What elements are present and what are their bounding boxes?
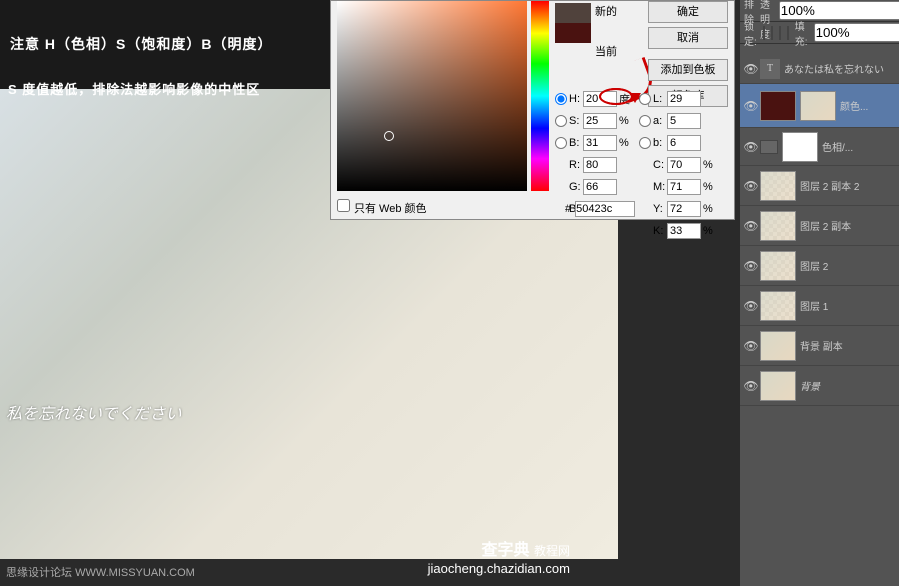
layer-name[interactable]: 色相/...	[822, 139, 897, 154]
input-h[interactable]	[583, 91, 617, 107]
layer-row-colorfill[interactable]: 👁 颜色...	[740, 84, 899, 128]
visibility-icon[interactable]: 👁	[742, 99, 760, 113]
layer-row[interactable]: 👁 图层 2 副本 2	[740, 166, 899, 206]
layer-name[interactable]: 图层 1	[800, 298, 897, 313]
visibility-icon[interactable]: 👁	[742, 140, 760, 154]
input-s[interactable]	[583, 113, 617, 129]
radio-a[interactable]	[639, 115, 651, 127]
input-b[interactable]	[583, 135, 617, 151]
color-new-swatch	[555, 3, 591, 23]
layer-name[interactable]: 背景	[800, 378, 897, 393]
watermark-url: jiaocheng.chazidian.com	[428, 561, 570, 576]
layer-thumb[interactable]	[760, 211, 796, 241]
layer-thumb[interactable]	[760, 251, 796, 281]
input-hex[interactable]	[575, 201, 635, 217]
watermark-forum: 思缘设计论坛 WWW.MISSYUAN.COM	[6, 564, 195, 580]
radio-s[interactable]	[555, 115, 567, 127]
radio-l[interactable]	[639, 93, 651, 105]
visibility-icon[interactable]: 👁	[742, 219, 760, 233]
layer-mask-thumb[interactable]	[782, 132, 818, 162]
add-swatch-button[interactable]: 添加到色板	[648, 59, 728, 81]
layer-name[interactable]: あなたは私を忘れない	[784, 61, 897, 76]
radio-lb[interactable]	[639, 137, 651, 149]
input-a[interactable]	[667, 113, 701, 129]
layer-thumb[interactable]	[760, 371, 796, 401]
visibility-icon[interactable]: 👁	[742, 339, 760, 353]
lock-pos-icon[interactable]	[779, 26, 781, 40]
annotation-hsb: 注意 H（色相）S（饱和度）B（明度）	[10, 34, 272, 54]
layer-thumb[interactable]	[760, 171, 796, 201]
input-c[interactable]	[667, 157, 701, 173]
layer-thumb[interactable]	[760, 291, 796, 321]
layers-panel: 排除 不透明度: 锁定: 填充: 👁 T あなたは私を忘れない 👁 颜色... …	[740, 0, 899, 586]
color-picker-dialog: 新的 当前 确定 取消 添加到色板 颜色库 H:度 S:% B:% R: G: …	[330, 0, 735, 220]
layer-row-text[interactable]: 👁 T あなたは私を忘れない	[740, 54, 899, 84]
cancel-button[interactable]: 取消	[648, 27, 728, 49]
layer-name[interactable]: 颜色...	[840, 98, 897, 113]
fill-input[interactable]	[814, 23, 899, 42]
visibility-icon[interactable]: 👁	[742, 379, 760, 393]
layer-name[interactable]: 图层 2	[800, 258, 897, 273]
lab-cmyk-inputs: L: a: b: C:% M:% Y:% K:%	[639, 89, 717, 243]
hex-group: #	[565, 201, 635, 217]
layer-row-background[interactable]: 👁 背景	[740, 366, 899, 406]
fill-label: 填充:	[795, 18, 808, 48]
annotation-note: S 度值越低，排除法越影响影像的中性区	[8, 79, 260, 98]
input-m[interactable]	[667, 179, 701, 195]
radio-h[interactable]	[555, 93, 567, 105]
label-current: 当前	[595, 43, 617, 59]
lock-label: 锁定:	[744, 18, 757, 48]
watermark-brand: 查字典 教程网	[482, 536, 570, 560]
layer-row[interactable]: 👁 背景 副本	[740, 326, 899, 366]
canvas-overlay-text: 私を忘れないでください	[6, 400, 182, 424]
web-only-input[interactable]	[337, 199, 350, 212]
text-layer-icon: T	[760, 59, 780, 79]
layer-row-huesat[interactable]: 👁 色相/...	[740, 128, 899, 166]
visibility-icon[interactable]: 👁	[742, 259, 760, 273]
ok-button[interactable]: 确定	[648, 1, 728, 23]
input-l[interactable]	[667, 91, 701, 107]
layer-row[interactable]: 👁 图层 2	[740, 246, 899, 286]
layer-row[interactable]: 👁 图层 1	[740, 286, 899, 326]
lock-pixel-icon[interactable]	[771, 26, 773, 40]
layer-thumb[interactable]	[760, 331, 796, 361]
layer-name[interactable]: 图层 2 副本	[800, 218, 897, 233]
web-only-checkbox[interactable]: 只有 Web 颜色	[337, 199, 427, 216]
visibility-icon[interactable]: 👁	[742, 299, 760, 313]
adj-layer-icon[interactable]	[760, 140, 778, 154]
color-field-cursor[interactable]	[384, 131, 394, 141]
input-lb[interactable]	[667, 135, 701, 151]
hue-slider[interactable]	[531, 1, 549, 191]
input-r[interactable]	[583, 157, 617, 173]
label-new: 新的	[595, 3, 617, 19]
radio-b[interactable]	[555, 137, 567, 149]
color-current-swatch	[555, 23, 591, 43]
color-field[interactable]	[337, 1, 527, 191]
layer-thumb-swatch[interactable]	[760, 91, 796, 121]
input-k[interactable]	[667, 223, 701, 239]
layer-mask-thumb[interactable]	[800, 91, 836, 121]
input-y[interactable]	[667, 201, 701, 217]
visibility-icon[interactable]: 👁	[742, 62, 760, 76]
layer-row[interactable]: 👁 图层 2 副本	[740, 206, 899, 246]
visibility-icon[interactable]: 👁	[742, 179, 760, 193]
layer-name[interactable]: 背景 副本	[800, 338, 897, 353]
layer-name[interactable]: 图层 2 副本 2	[800, 178, 897, 193]
lock-all-icon[interactable]	[787, 26, 789, 40]
lock-trans-icon[interactable]	[763, 26, 765, 40]
color-preview	[555, 3, 591, 43]
input-g[interactable]	[583, 179, 617, 195]
